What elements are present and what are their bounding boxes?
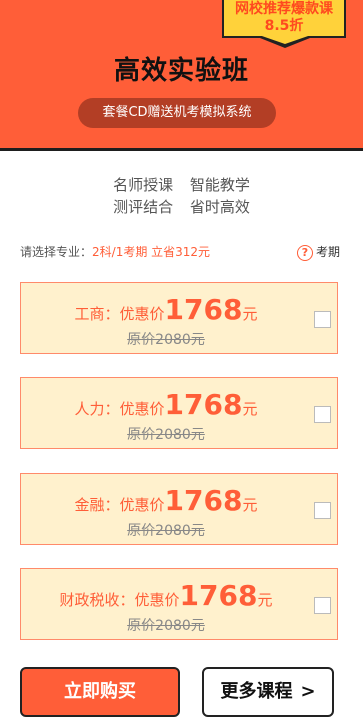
- help-text[interactable]: 考期: [316, 245, 340, 259]
- price-unit: 元: [242, 496, 258, 514]
- sale-price: 1768: [164, 388, 243, 421]
- course-checkbox[interactable]: [314, 502, 331, 519]
- feature-item: 名师授课: [113, 176, 174, 194]
- more-courses-label: 更多课程: [220, 681, 293, 702]
- buy-now-button[interactable]: 立即购买: [20, 667, 180, 717]
- original-price: 原价2080元: [127, 332, 205, 348]
- course-checkbox[interactable]: [314, 406, 331, 423]
- course-name: 工商：优惠价: [74, 305, 165, 323]
- major-select-row: 请选择专业：2科/1考期 立省312元 ? 考期: [20, 242, 340, 262]
- original-price: 原价2080元: [127, 427, 205, 443]
- major-label: 请选择专业：: [20, 245, 93, 259]
- page-title: 高效实验班: [113, 56, 249, 86]
- course-card[interactable]: 金融：优惠价1768元 原价2080元: [20, 473, 338, 545]
- ribbon-text: 网校推荐爆款课: [235, 1, 333, 17]
- ribbon-discount: 8.5折: [264, 18, 304, 34]
- major-value: 2科/1考期 立省312元: [92, 245, 211, 259]
- feature-row: 名师授课 智能教学: [0, 174, 363, 196]
- chevron-right-icon: >: [300, 681, 316, 702]
- price-unit: 元: [257, 591, 273, 609]
- feature-row: 测评结合 省时高效: [0, 196, 363, 218]
- course-name: 金融：优惠价: [74, 496, 165, 514]
- course-checkbox[interactable]: [314, 311, 331, 328]
- original-price: 原价2080元: [127, 618, 205, 634]
- sale-price: 1768: [164, 293, 243, 326]
- price-line: 财政税收：优惠价1768元: [21, 579, 311, 612]
- price-line: 工商：优惠价1768元: [21, 293, 311, 326]
- price-unit: 元: [242, 305, 258, 323]
- subtitle-pill: 套餐CD赠送机考模拟系统: [78, 98, 276, 128]
- course-checkbox[interactable]: [314, 597, 331, 614]
- original-price: 原价2080元: [127, 523, 205, 539]
- price-line: 人力：优惠价1768元: [21, 388, 311, 421]
- price-unit: 元: [242, 400, 258, 418]
- sale-price: 1768: [164, 484, 243, 517]
- feature-item: 省时高效: [189, 198, 250, 216]
- features-list: 名师授课 智能教学 测评结合 省时高效: [0, 174, 363, 218]
- feature-item: 智能教学: [189, 176, 250, 194]
- course-name: 财政税收：优惠价: [59, 591, 180, 609]
- ribbon-tail-fill: [259, 35, 311, 44]
- header-divider: [0, 148, 363, 151]
- exam-period-help[interactable]: ? 考期: [296, 242, 340, 262]
- promo-ribbon: 网校推荐爆款课 8.5折: [222, 0, 346, 38]
- feature-item: 测评结合: [113, 198, 174, 216]
- course-card[interactable]: 人力：优惠价1768元 原价2080元: [20, 377, 338, 449]
- course-card[interactable]: 工商：优惠价1768元 原价2080元: [20, 282, 338, 354]
- price-line: 金融：优惠价1768元: [21, 484, 311, 517]
- course-name: 人力：优惠价: [74, 400, 165, 418]
- sale-price: 1768: [179, 579, 258, 612]
- question-icon[interactable]: ?: [296, 244, 313, 261]
- more-courses-button[interactable]: 更多课程 >: [202, 667, 334, 717]
- course-card[interactable]: 财政税收：优惠价1768元 原价2080元: [20, 568, 338, 640]
